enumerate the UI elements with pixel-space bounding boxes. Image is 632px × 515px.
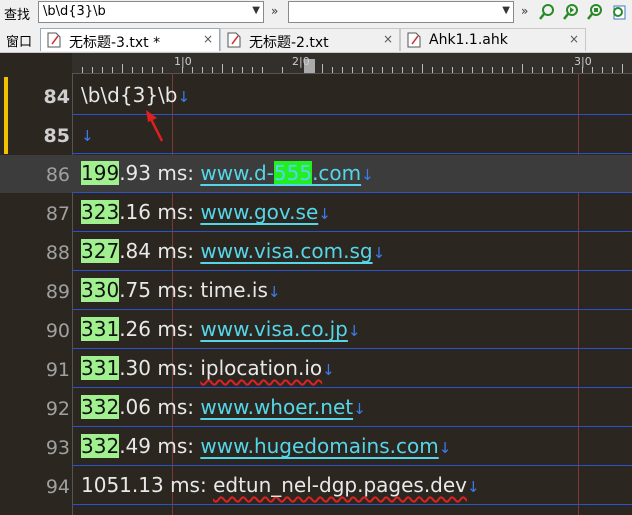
close-icon[interactable]: × <box>569 32 579 46</box>
line-number: 91 <box>45 359 70 381</box>
editor-line[interactable]: 87 323.16 ms: www.gov.se↓ <box>0 194 632 232</box>
find-input[interactable]: \b\d{3}\b ▼ <box>38 1 264 23</box>
tab-ahk1-1[interactable]: Ahk1.1.ahk × <box>400 28 586 51</box>
editor-line[interactable]: 92 332.06 ms: www.whoer.net↓ <box>0 389 632 427</box>
replace-input[interactable]: ▼ <box>288 1 514 23</box>
line-text: 331.26 ms: www.visa.co.jp↓ <box>81 317 361 341</box>
editor-line[interactable]: 89 330.75 ms: time.is↓ <box>0 272 632 310</box>
editor-line[interactable]: 85 ↓ <box>0 116 632 154</box>
tab-label: 无标题-2.txt <box>249 35 329 51</box>
find-previous-icon[interactable] <box>562 3 580 21</box>
change-marker <box>4 77 8 154</box>
replace-icon[interactable] <box>610 3 628 21</box>
find-next-icon[interactable] <box>538 3 556 21</box>
editor-line[interactable]: 88 327.84 ms: www.visa.com.sg↓ <box>0 233 632 271</box>
line-text: ↓ <box>81 127 94 145</box>
find-label: 查找 <box>4 8 31 23</box>
editor-line[interactable]: 93 332.49 ms: www.hugedomains.com↓ <box>0 428 632 466</box>
replace-options-chevron[interactable]: » <box>521 4 528 18</box>
document-icon <box>227 32 241 48</box>
line-number: 84 <box>43 86 70 108</box>
close-icon[interactable]: × <box>203 32 213 46</box>
ruler-mark: 1|0 <box>174 55 192 68</box>
line-text: \b\d{3}\b↓ <box>81 83 191 107</box>
chevron-down-icon[interactable]: ▼ <box>502 5 510 16</box>
find-all-icon[interactable] <box>586 3 604 21</box>
close-icon[interactable]: × <box>383 32 393 46</box>
line-text: 332.49 ms: www.hugedomains.com↓ <box>81 434 452 458</box>
editor-line[interactable]: 84 \b\d{3}\b↓ <box>0 77 632 142</box>
line-text: 330.75 ms: time.is↓ <box>81 278 281 302</box>
line-number: 92 <box>45 398 70 420</box>
document-icon <box>407 32 421 48</box>
line-text: 323.16 ms: www.gov.se↓ <box>81 200 331 224</box>
line-text: 199.93 ms: www.d-555.com↓ <box>81 161 374 185</box>
editor-line[interactable]: 91 331.30 ms: iplocation.io↓ <box>0 350 632 388</box>
find-input-value: \b\d{3}\b <box>43 4 106 19</box>
editor-line[interactable]: 94 1051.13 ms: edtun_nel-dgp.pages.dev↓ <box>0 467 632 505</box>
tab-untitled-3[interactable]: 无标题-3.txt * × <box>40 28 220 51</box>
line-text: 327.84 ms: www.visa.com.sg↓ <box>81 239 386 263</box>
editor[interactable]: 1|0 2|0 3|0 84 \b\d{3}\b↓ 85 ↓ 86 199.93… <box>0 53 632 515</box>
editor-line[interactable]: 90 331.26 ms: www.visa.co.jp↓ <box>0 311 632 349</box>
line-number: 89 <box>45 281 70 303</box>
line-number: 86 <box>45 164 70 186</box>
line-number: 94 <box>45 476 70 498</box>
tab-bar: 窗口 无标题-3.txt * × 无标题-2.txt × Ahk1.1.ahk … <box>0 26 632 53</box>
ruler-mark: 2|0 <box>292 55 310 68</box>
tab-untitled-2[interactable]: 无标题-2.txt × <box>220 28 400 51</box>
column-ruler: 1|0 2|0 3|0 <box>72 53 632 74</box>
tab-label: 无标题-3.txt * <box>69 35 161 51</box>
tab-label: Ahk1.1.ahk <box>429 32 508 48</box>
document-icon <box>47 32 61 48</box>
line-text: 332.06 ms: www.whoer.net↓ <box>81 395 366 419</box>
line-number: 88 <box>45 242 70 264</box>
editor-line[interactable]: 86 199.93 ms: www.d-555.com↓ <box>0 155 632 193</box>
line-text: 1051.13 ms: edtun_nel-dgp.pages.dev↓ <box>81 473 480 497</box>
line-number: 93 <box>45 437 70 459</box>
chevron-down-icon[interactable]: ▼ <box>252 5 260 16</box>
find-options-chevron[interactable]: » <box>271 4 278 18</box>
find-toolbar: 查找 \b\d{3}\b ▼ » ▼ » <box>0 0 632 26</box>
line-number: 90 <box>45 320 70 342</box>
line-number: 87 <box>45 203 70 225</box>
ruler-mark: 3|0 <box>574 55 592 68</box>
line-number: 85 <box>43 125 70 147</box>
line-text: 331.30 ms: iplocation.io↓ <box>81 356 335 380</box>
window-label[interactable]: 窗口 <box>6 31 32 50</box>
